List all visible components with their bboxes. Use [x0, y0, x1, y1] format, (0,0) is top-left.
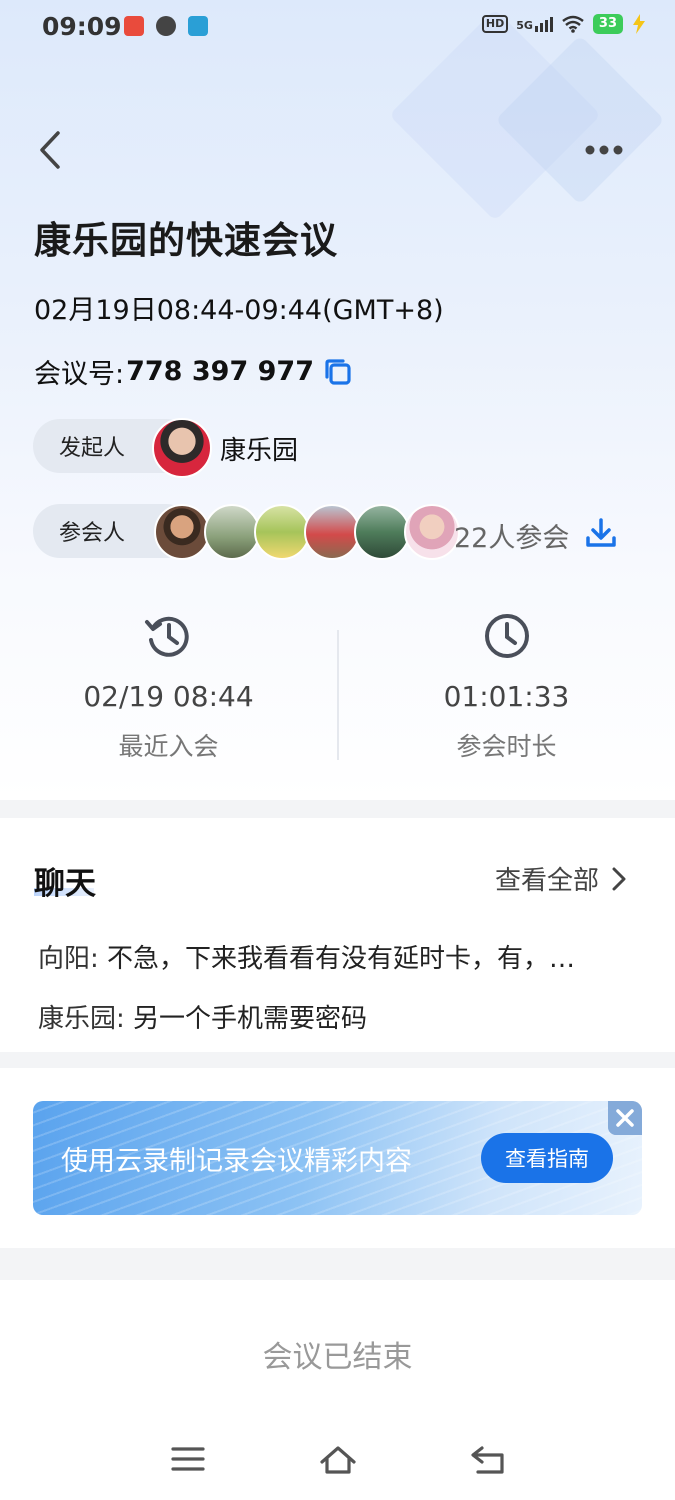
- avatar: [404, 504, 460, 560]
- app-notification-icon: [124, 16, 144, 36]
- back-nav-icon[interactable]: [468, 1444, 508, 1476]
- history-icon: [144, 616, 189, 657]
- app-icon: [188, 16, 208, 36]
- recent-join-label: 最近入会: [118, 732, 219, 761]
- footer: 会议已结束: [0, 1280, 675, 1500]
- avatar: [354, 504, 410, 560]
- meeting-id-row: 会议号: 778 397 977: [34, 352, 354, 391]
- duration-value: 01:01:33: [443, 680, 570, 713]
- meeting-time-range: 02月19日08:44-09:44(GMT+8): [34, 295, 444, 326]
- battery-indicator: 33: [592, 14, 623, 34]
- home-nav-icon[interactable]: [318, 1444, 358, 1476]
- signal-icon: 5G: [516, 16, 553, 32]
- message-text: 另一个手机需要密码: [133, 1004, 368, 1034]
- host-name: 康乐园: [220, 436, 299, 466]
- chevron-right-icon: [612, 867, 626, 890]
- participants-label: 参会人: [59, 521, 126, 546]
- host-avatar: [152, 418, 212, 478]
- view-guide-button[interactable]: 查看指南: [481, 1133, 613, 1183]
- meeting-ended-text: 会议已结束: [262, 1340, 413, 1375]
- more-options-button[interactable]: [580, 135, 630, 165]
- chat-message[interactable]: 康乐园: 另一个手机需要密码: [38, 998, 638, 1035]
- host-label: 发起人: [59, 436, 126, 461]
- status-time: 09:09: [42, 12, 122, 41]
- chat-title: 聊天: [34, 866, 96, 902]
- chat-section: 聊天 查看全部 向阳: 不急，下来我看看有没有延时卡，有，… 康乐园: 另一个手…: [0, 818, 675, 1052]
- download-icon[interactable]: [584, 516, 618, 550]
- stats-divider: [337, 630, 339, 760]
- banner-text: 使用云录制记录会议精彩内容: [61, 1146, 412, 1177]
- message-sender: 向阳:: [38, 944, 99, 974]
- clock-icon: [484, 614, 529, 658]
- hd-icon: HD: [481, 15, 509, 33]
- status-right: HD 5G 33: [481, 14, 647, 34]
- meeting-id-value: 778 397 977: [126, 356, 314, 387]
- menu-nav-icon[interactable]: [170, 1444, 206, 1474]
- avatar: [204, 504, 260, 560]
- charging-icon: [633, 14, 645, 34]
- status-bar: 09:09 HD 5G 33: [0, 0, 675, 58]
- message-sender: 康乐园:: [38, 1004, 125, 1034]
- message-text: 不急，下来我看看有没有延时卡，有，…: [107, 944, 576, 974]
- participant-avatars[interactable]: [154, 504, 460, 560]
- recent-join-time: 02/19 08:44: [83, 680, 254, 713]
- copy-icon[interactable]: [322, 356, 354, 388]
- close-icon[interactable]: [608, 1101, 642, 1135]
- avatar: [154, 504, 210, 560]
- avatar: [254, 504, 310, 560]
- back-button[interactable]: [30, 125, 70, 175]
- message-icon: [156, 16, 176, 36]
- network-type: 5G: [516, 18, 533, 32]
- duration-stat: 01:01:33 参会时长: [338, 590, 675, 763]
- duration-label: 参会时长: [456, 732, 557, 761]
- recent-join-stat: 02/19 08:44 最近入会: [0, 590, 337, 763]
- avatar: [304, 504, 360, 560]
- chat-message[interactable]: 向阳: 不急，下来我看看有没有延时卡，有，…: [38, 938, 638, 975]
- meeting-title: 康乐园的快速会议: [34, 219, 338, 262]
- participant-count[interactable]: 22人参会: [454, 516, 569, 555]
- see-all-button[interactable]: 查看全部: [495, 860, 629, 897]
- banner-section: 使用云录制记录会议精彩内容 查看指南: [0, 1068, 675, 1248]
- wifi-icon: [562, 15, 584, 33]
- see-all-label: 查看全部: [494, 866, 599, 896]
- meeting-id-label: 会议号:: [34, 359, 125, 390]
- cloud-record-banner[interactable]: 使用云录制记录会议精彩内容 查看指南: [33, 1101, 642, 1215]
